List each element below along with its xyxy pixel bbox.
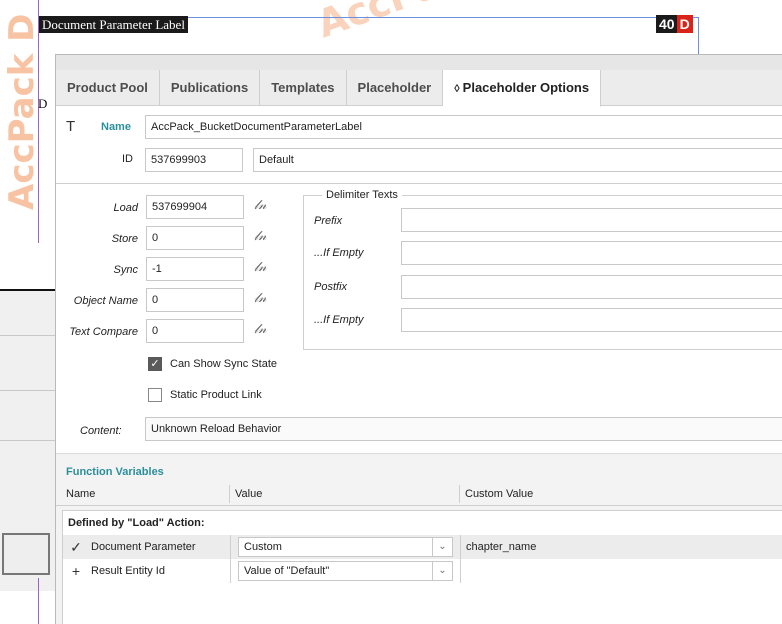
store-field[interactable]: 0 (146, 226, 244, 250)
frame-edge-left (38, 0, 39, 243)
object-name-label: Object Name (73, 295, 138, 307)
name-row: T Name (66, 118, 131, 135)
watermark-vertical: AccPack D (2, 13, 42, 210)
page-letter: D (676, 15, 693, 33)
watermark-top: AccPa (311, 0, 446, 47)
function-variables-header: Name Value Custom Value (56, 482, 782, 506)
variable-name: Document Parameter (91, 541, 196, 553)
chevron-down-icon[interactable]: ⌄ (432, 562, 452, 580)
prefix-field[interactable] (401, 208, 782, 232)
custom-value[interactable]: chapter_name (466, 541, 536, 553)
id-label: ID (122, 153, 133, 165)
chevron-down-icon[interactable]: ⌄ (432, 538, 452, 556)
sync-field[interactable]: -1 (146, 257, 244, 281)
script-link-icon[interactable]: 𝓁𝓃 (254, 322, 266, 337)
plus-icon: + (71, 563, 81, 579)
value-select[interactable]: Custom ⌄ (238, 537, 453, 557)
panel-divider (0, 335, 55, 336)
value-select[interactable]: Value of "Default" ⌄ (238, 561, 453, 581)
static-product-link-option[interactable]: Static Product Link (148, 388, 262, 402)
id-field[interactable]: 537699903 (145, 148, 243, 172)
checkbox-unchecked-icon[interactable] (148, 388, 162, 402)
delimiter-texts-title: Delimiter Texts (322, 189, 402, 201)
tab-placeholder-options[interactable]: ◊ Placeholder Options (443, 70, 602, 107)
column-separator[interactable] (459, 485, 460, 503)
section-divider (56, 183, 782, 184)
prefix-if-empty-field[interactable] (401, 241, 782, 265)
function-variables-title: Function Variables (66, 466, 164, 478)
text-fragment: D (38, 96, 48, 111)
postfix-field[interactable] (401, 275, 782, 299)
page-number: 40 (656, 15, 677, 33)
tab-placeholder[interactable]: Placeholder (347, 70, 444, 106)
prefix-label: Prefix (314, 215, 343, 227)
column-header-name[interactable]: Name (66, 488, 95, 500)
static-product-link-label: Static Product Link (170, 389, 262, 401)
tab-label: Placeholder (357, 80, 432, 95)
store-label: Store (111, 233, 138, 245)
column-separator (230, 559, 231, 583)
tab-label: Templates (271, 80, 335, 95)
column-header-value[interactable]: Value (235, 488, 262, 500)
script-link-icon[interactable]: 𝓁𝓃 (254, 198, 266, 213)
function-variables-section: Function Variables Name Value Custom Val… (56, 453, 782, 624)
panel-divider (0, 440, 55, 441)
function-variables-table: Defined by "Load" Action: ✓ Document Par… (62, 510, 782, 624)
name-label: Name (101, 120, 131, 133)
object-name-field[interactable]: 0 (146, 288, 244, 312)
postfix-if-empty-label: ...If Empty (314, 314, 364, 326)
content-label: Content: (80, 425, 122, 437)
column-header-custom-value[interactable]: Custom Value (465, 488, 533, 500)
script-link-icon[interactable]: 𝓁𝓃 (254, 229, 266, 244)
name-field[interactable]: AccPack_BucketDocumentParameterLabel (145, 115, 782, 139)
frame-edge-right (698, 17, 699, 57)
panel-divider (0, 390, 55, 391)
variable-name: Result Entity Id (91, 565, 165, 577)
postfix-if-empty-field[interactable] (401, 308, 782, 332)
postfix-label: Postfix (314, 281, 348, 293)
chevron-up-down-icon: ◊ (454, 83, 460, 95)
tab-publications[interactable]: Publications (160, 70, 261, 106)
tab-product-pool[interactable]: Product Pool (56, 70, 160, 106)
load-field[interactable]: 537699904 (146, 195, 244, 219)
column-separator[interactable] (229, 485, 230, 503)
sync-label: Sync (113, 264, 138, 276)
load-label: Load (113, 202, 138, 214)
table-row[interactable]: ✓ Document Parameter Custom ⌄ chapter_na… (63, 535, 782, 559)
script-link-icon[interactable]: 𝓁𝓃 (254, 260, 266, 275)
can-show-sync-state-label: Can Show Sync State (170, 358, 278, 370)
dialog-titlebar (56, 55, 782, 70)
id-description-field[interactable]: Default (253, 148, 782, 172)
tab-label: Publications (170, 80, 249, 95)
table-row[interactable]: + Result Entity Id Value of "Default" ⌄ (63, 559, 782, 583)
can-show-sync-state-option[interactable]: ✓ Can Show Sync State (148, 357, 277, 371)
column-separator (230, 535, 231, 559)
document-parameter-label[interactable]: Document Parameter Label (39, 16, 188, 33)
page-badge: 40 D (656, 15, 693, 33)
frame-shape (2, 533, 50, 575)
script-link-icon[interactable]: 𝓁𝓃 (254, 291, 266, 306)
content-field[interactable]: Unknown Reload Behavior (145, 417, 782, 441)
load-action-group-label: Defined by "Load" Action: (68, 517, 205, 529)
column-separator (460, 559, 461, 583)
tab-label: Product Pool (67, 80, 148, 95)
text-type-icon: T (66, 118, 76, 135)
value-select-text: Value of "Default" (244, 565, 330, 577)
checkbox-checked-icon[interactable]: ✓ (148, 357, 162, 371)
checkmark-icon: ✓ (70, 538, 82, 555)
tab-bar: Product Pool Publications Templates Plac… (56, 70, 782, 107)
column-separator (460, 535, 461, 559)
placeholder-options-dialog: Product Pool Publications Templates Plac… (55, 54, 782, 624)
tab-label: Placeholder Options (462, 80, 590, 95)
prefix-if-empty-label: ...If Empty (314, 247, 364, 259)
text-compare-field[interactable]: 0 (146, 319, 244, 343)
text-compare-label: Text Compare (69, 326, 138, 338)
tab-templates[interactable]: Templates (260, 70, 347, 106)
frame-edge-left-lower (38, 578, 39, 624)
value-select-text: Custom (244, 541, 282, 553)
